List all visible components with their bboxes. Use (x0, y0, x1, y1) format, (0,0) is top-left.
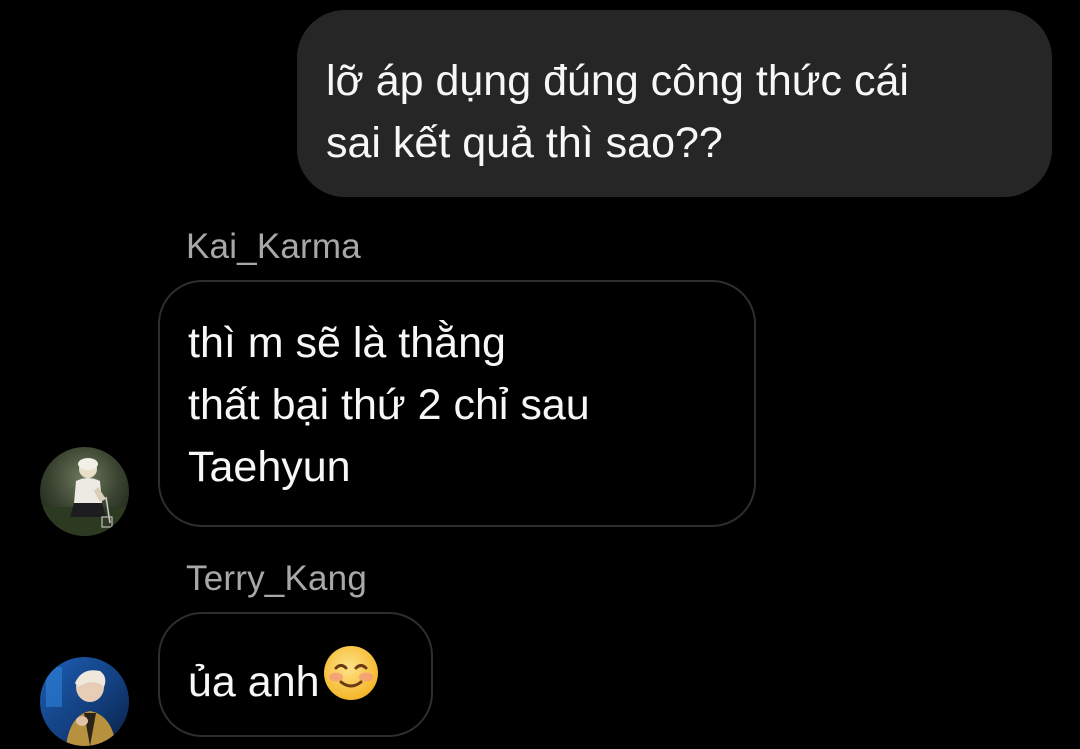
message-text-line: thất bại thứ 2 chỉ sau (188, 381, 590, 429)
incoming-message-bubble-kai[interactable]: thì m sẽ là thằng thất bại thứ 2 chỉ sau… (158, 280, 756, 527)
smiling-face-with-blush-icon (322, 644, 380, 702)
incoming-message-bubble-terry[interactable]: ủa anh (158, 612, 433, 737)
message-text-line: lỡ áp dụng đúng công thức cái (326, 57, 909, 105)
avatar-terry[interactable] (40, 657, 129, 746)
avatar-kai[interactable] (40, 447, 129, 536)
message-text: ủa anh (188, 658, 320, 706)
terry-avatar-image (40, 657, 129, 746)
message-text-line: ủa anh (188, 644, 413, 713)
message-text-line: thì m sẽ là thằng (188, 319, 506, 367)
kai-avatar-image (40, 447, 129, 536)
message-text-line: sai kết quả thì sao?? (326, 119, 723, 167)
sender-name-kai: Kai_Karma (186, 227, 361, 266)
outgoing-message-bubble[interactable]: lỡ áp dụng đúng công thức cái sai kết qu… (297, 10, 1052, 197)
message-text-line: Taehyun (188, 443, 351, 491)
sender-name-terry: Terry_Kang (186, 559, 367, 598)
